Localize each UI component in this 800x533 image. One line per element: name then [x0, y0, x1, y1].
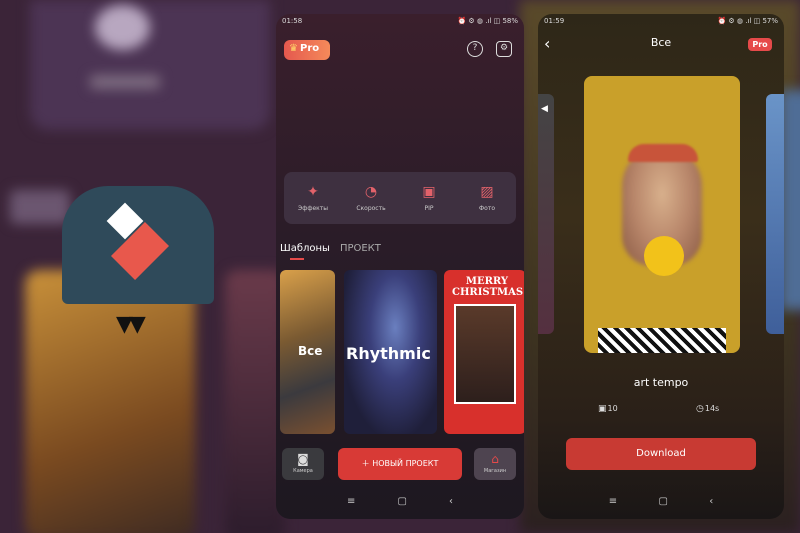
- tool-effects[interactable]: ✦ Эффекты: [288, 184, 338, 212]
- clips-count: ▣10: [598, 404, 618, 414]
- tab-active-indicator: [290, 258, 304, 260]
- tool-label: Эффекты: [298, 205, 328, 212]
- status-bar: 01:59 ⏰ ⚙ ◍ .ıl ◫ 57%: [538, 14, 784, 30]
- pip-icon: ▣: [422, 184, 436, 200]
- help-icon[interactable]: ?: [467, 41, 483, 57]
- prev-template-card[interactable]: ◀: [538, 94, 554, 334]
- duration: ◷14s: [696, 404, 719, 414]
- shop-label: Магазин: [483, 468, 507, 474]
- settings-icon[interactable]: ⚙: [496, 41, 512, 57]
- template-label: Rhythmic: [346, 344, 431, 363]
- download-button[interactable]: Download: [566, 438, 756, 470]
- pro-badge-button[interactable]: ♛ Pro: [284, 40, 330, 60]
- new-project-button[interactable]: ＋ НОВЫЙ ПРОЕКТ: [338, 448, 462, 480]
- home-icon[interactable]: ▢: [658, 496, 667, 507]
- new-project-label: НОВЫЙ ПРОЕКТ: [372, 459, 439, 468]
- preview-orange: [644, 236, 684, 276]
- clips-icon: ▣: [598, 404, 607, 414]
- filmora-logo: [62, 186, 214, 304]
- camera-button[interactable]: ◙ Камера: [282, 448, 324, 480]
- bg-top-text: [90, 75, 160, 89]
- crown-icon: ♛: [289, 43, 298, 54]
- plus-icon: ＋: [361, 459, 373, 468]
- phone-template-screen: 01:59 ⏰ ⚙ ◍ .ıl ◫ 57% ‹ Все Pro ◀ art te…: [538, 14, 784, 519]
- prev-arrow-icon: ◀: [541, 104, 548, 114]
- back-nav-icon[interactable]: ‹: [449, 496, 453, 507]
- tool-speed[interactable]: ◔ Скорость: [346, 184, 396, 212]
- bg-title: [10, 190, 70, 224]
- back-nav-icon[interactable]: ‹: [709, 496, 713, 507]
- android-nav-bar: ≡ ▢ ‹: [276, 496, 524, 507]
- tool-pip[interactable]: ▣ PIP: [404, 184, 454, 212]
- bg-card: [25, 270, 195, 533]
- bg-top-icon: [95, 5, 150, 50]
- tab-templates[interactable]: Шаблоны: [280, 243, 330, 254]
- preview-headband: [628, 144, 698, 162]
- template-card-rhythmic[interactable]: Rhythmic: [344, 270, 437, 434]
- tool-label: Скорость: [356, 205, 386, 212]
- wondershare-logo-icon: ▼▼: [116, 312, 146, 337]
- android-nav-bar: ≡ ▢ ‹: [538, 496, 784, 507]
- bg-top-card: [30, 0, 270, 130]
- pro-label: Pro: [300, 43, 320, 54]
- duration-value: 14s: [704, 404, 720, 413]
- next-template-card[interactable]: [766, 94, 784, 334]
- menu-icon[interactable]: ≡: [609, 496, 617, 507]
- bottom-action-bar: ◙ Камера ＋ НОВЫЙ ПРОЕКТ ⌂ Магазин: [276, 446, 524, 486]
- tab-project[interactable]: ПРОЕКТ: [340, 243, 381, 254]
- shop-button[interactable]: ⌂ Магазин: [474, 448, 516, 480]
- template-card-all[interactable]: Все: [280, 270, 335, 434]
- template-label: Все: [298, 344, 323, 358]
- tool-label: Фото: [478, 205, 495, 212]
- tools-panel: ✦ Эффекты ◔ Скорость ▣ PIP ▨ Фото: [284, 172, 516, 224]
- template-card-christmas[interactable]: MERRY CHRISTMAS: [444, 270, 524, 434]
- clock-icon: ◷: [696, 404, 704, 414]
- photo-icon: ▨: [480, 184, 494, 200]
- status-icons: ⏰ ⚙ ◍ .ıl ◫ 57%: [717, 17, 778, 25]
- status-time: 01:58: [282, 17, 303, 25]
- pro-badge-button[interactable]: Pro: [748, 38, 772, 51]
- camera-label: Камера: [293, 468, 313, 474]
- christmas-photo: [454, 304, 516, 404]
- home-icon[interactable]: ▢: [397, 496, 406, 507]
- clips-value: 10: [607, 404, 618, 413]
- template-name: art tempo: [633, 376, 689, 389]
- tool-photo[interactable]: ▨ Фото: [462, 184, 512, 212]
- tool-label: PIP: [424, 205, 434, 212]
- menu-icon[interactable]: ≡: [347, 496, 355, 507]
- preview-stripes: [598, 328, 726, 353]
- speedometer-icon: ◔: [364, 184, 378, 200]
- phone-home-screen: 01:58 ⏰ ⚙ ◍ .ıl ◫ 58% ♛ Pro ? ⚙ ✦ Эффект…: [276, 14, 524, 519]
- shop-icon: ⌂: [491, 452, 499, 466]
- effects-icon: ✦: [307, 184, 319, 200]
- template-preview[interactable]: [584, 76, 740, 353]
- camera-icon: ◙: [297, 452, 309, 466]
- status-bar: 01:58 ⏰ ⚙ ◍ .ıl ◫ 58%: [276, 14, 524, 30]
- template-label: MERRY CHRISTMAS: [452, 276, 524, 298]
- status-icons: ⏰ ⚙ ◍ .ıl ◫ 58%: [457, 17, 518, 25]
- status-time: 01:59: [544, 17, 565, 25]
- home-tabs: Шаблоны ПРОЕКТ: [280, 243, 381, 254]
